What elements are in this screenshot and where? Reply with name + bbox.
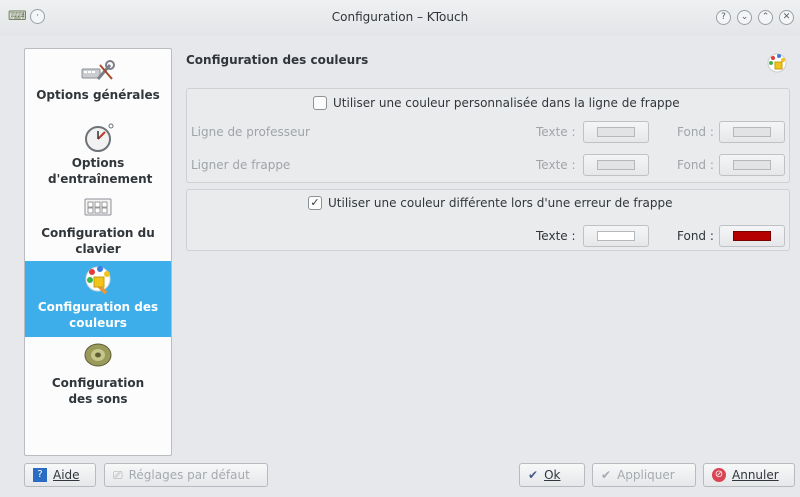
apply-button-label: Appliquer (617, 468, 675, 482)
teacher-text-color-button[interactable] (583, 121, 649, 143)
custom-typing-line-color-group: Utiliser une couleur personnalisée dans … (186, 88, 790, 183)
cancel-button-label: Annuler (732, 468, 779, 482)
help-button[interactable]: ? Aide (24, 463, 96, 487)
custom-color-checkbox-row[interactable]: Utiliser une couleur personnalisée dans … (313, 96, 680, 110)
sidebar-item-colors[interactable]: Configuration des couleurs (25, 261, 171, 337)
ok-button[interactable]: ✔ Ok (519, 463, 585, 487)
error-color-checkbox-label: Utiliser une couleur différente lors d'u… (328, 196, 673, 210)
restore-defaults-button[interactable]: ⎚ Réglages par défaut (104, 463, 268, 487)
stopwatch-icon (85, 123, 114, 152)
teacher-text-label: Texte : (536, 125, 576, 139)
tools-icon (81, 60, 115, 80)
apply-button[interactable]: ✔ Appliquer (592, 463, 696, 487)
typing-line-label: Ligner de frappe (191, 158, 291, 172)
custom-color-checkbox-label: Utiliser une couleur personnalisée dans … (333, 96, 680, 110)
sidebar-item-label: Options d'entraînement (48, 156, 153, 186)
sidebar-item-keyboard[interactable]: Configuration du clavier (25, 193, 171, 261)
window-title: Configuration – KTouch (331, 10, 469, 24)
teacher-background-color-button[interactable] (719, 121, 785, 143)
title-bar: ⌨ · Configuration – KTouch ? ⌄ ⌃ ✕ (0, 0, 800, 36)
color-palette-icon (85, 266, 111, 295)
sidebar-item-general[interactable]: Options générales (25, 55, 171, 119)
typing-background-label: Fond : (677, 158, 714, 172)
ok-button-label: Ok (544, 468, 561, 482)
error-text-color-button[interactable] (583, 225, 649, 247)
restore-icon: ⎚ (113, 468, 123, 482)
sidebar: Options générales Options d'entraînement… (24, 48, 172, 456)
sidebar-item-label: Configuration du clavier (41, 226, 155, 256)
help-icon: ? (33, 468, 47, 482)
typing-text-color-button[interactable] (583, 154, 649, 176)
restore-defaults-label: Réglages par défaut (128, 468, 250, 482)
maximize-icon[interactable]: ⌃ (758, 10, 773, 25)
error-color-group: ✓ Utiliser une couleur différente lors d… (186, 189, 790, 251)
sidebar-item-label: Configuration des couleurs (37, 300, 159, 330)
error-color-checkbox[interactable]: ✓ (308, 196, 322, 210)
teacher-background-label: Fond : (677, 125, 714, 139)
minimize-icon[interactable]: ⌄ (737, 10, 752, 25)
sidebar-item-sounds[interactable]: Configuration des sons (25, 341, 171, 413)
error-text-label: Texte : (536, 229, 576, 243)
speaker-icon (84, 343, 112, 367)
error-color-checkbox-row[interactable]: ✓ Utiliser une couleur différente lors d… (308, 196, 673, 210)
help-button-label: Aide (53, 468, 80, 482)
custom-color-checkbox[interactable] (313, 96, 327, 110)
checkmark-icon: ✔ (528, 468, 539, 482)
typing-text-label: Texte : (536, 158, 576, 172)
cancel-button[interactable]: ⊘ Annuler (703, 463, 795, 487)
color-palette-icon (767, 53, 787, 73)
page-title: Configuration des couleurs (186, 53, 369, 67)
error-background-label: Fond : (677, 229, 714, 243)
close-icon[interactable]: ✕ (779, 10, 794, 25)
keyboard-icon (84, 198, 112, 216)
sidebar-item-label: Options générales (36, 88, 160, 102)
sidebar-item-training[interactable]: Options d'entraînement (25, 121, 171, 191)
checkmark-icon: ✔ (601, 468, 612, 482)
cancel-icon: ⊘ (712, 468, 726, 482)
error-background-color-button[interactable] (719, 225, 785, 247)
teacher-line-label: Ligne de professeur (191, 125, 310, 139)
help-icon[interactable]: ? (716, 10, 731, 25)
typing-background-color-button[interactable] (719, 154, 785, 176)
sidebar-item-label: Configuration des sons (51, 376, 145, 406)
